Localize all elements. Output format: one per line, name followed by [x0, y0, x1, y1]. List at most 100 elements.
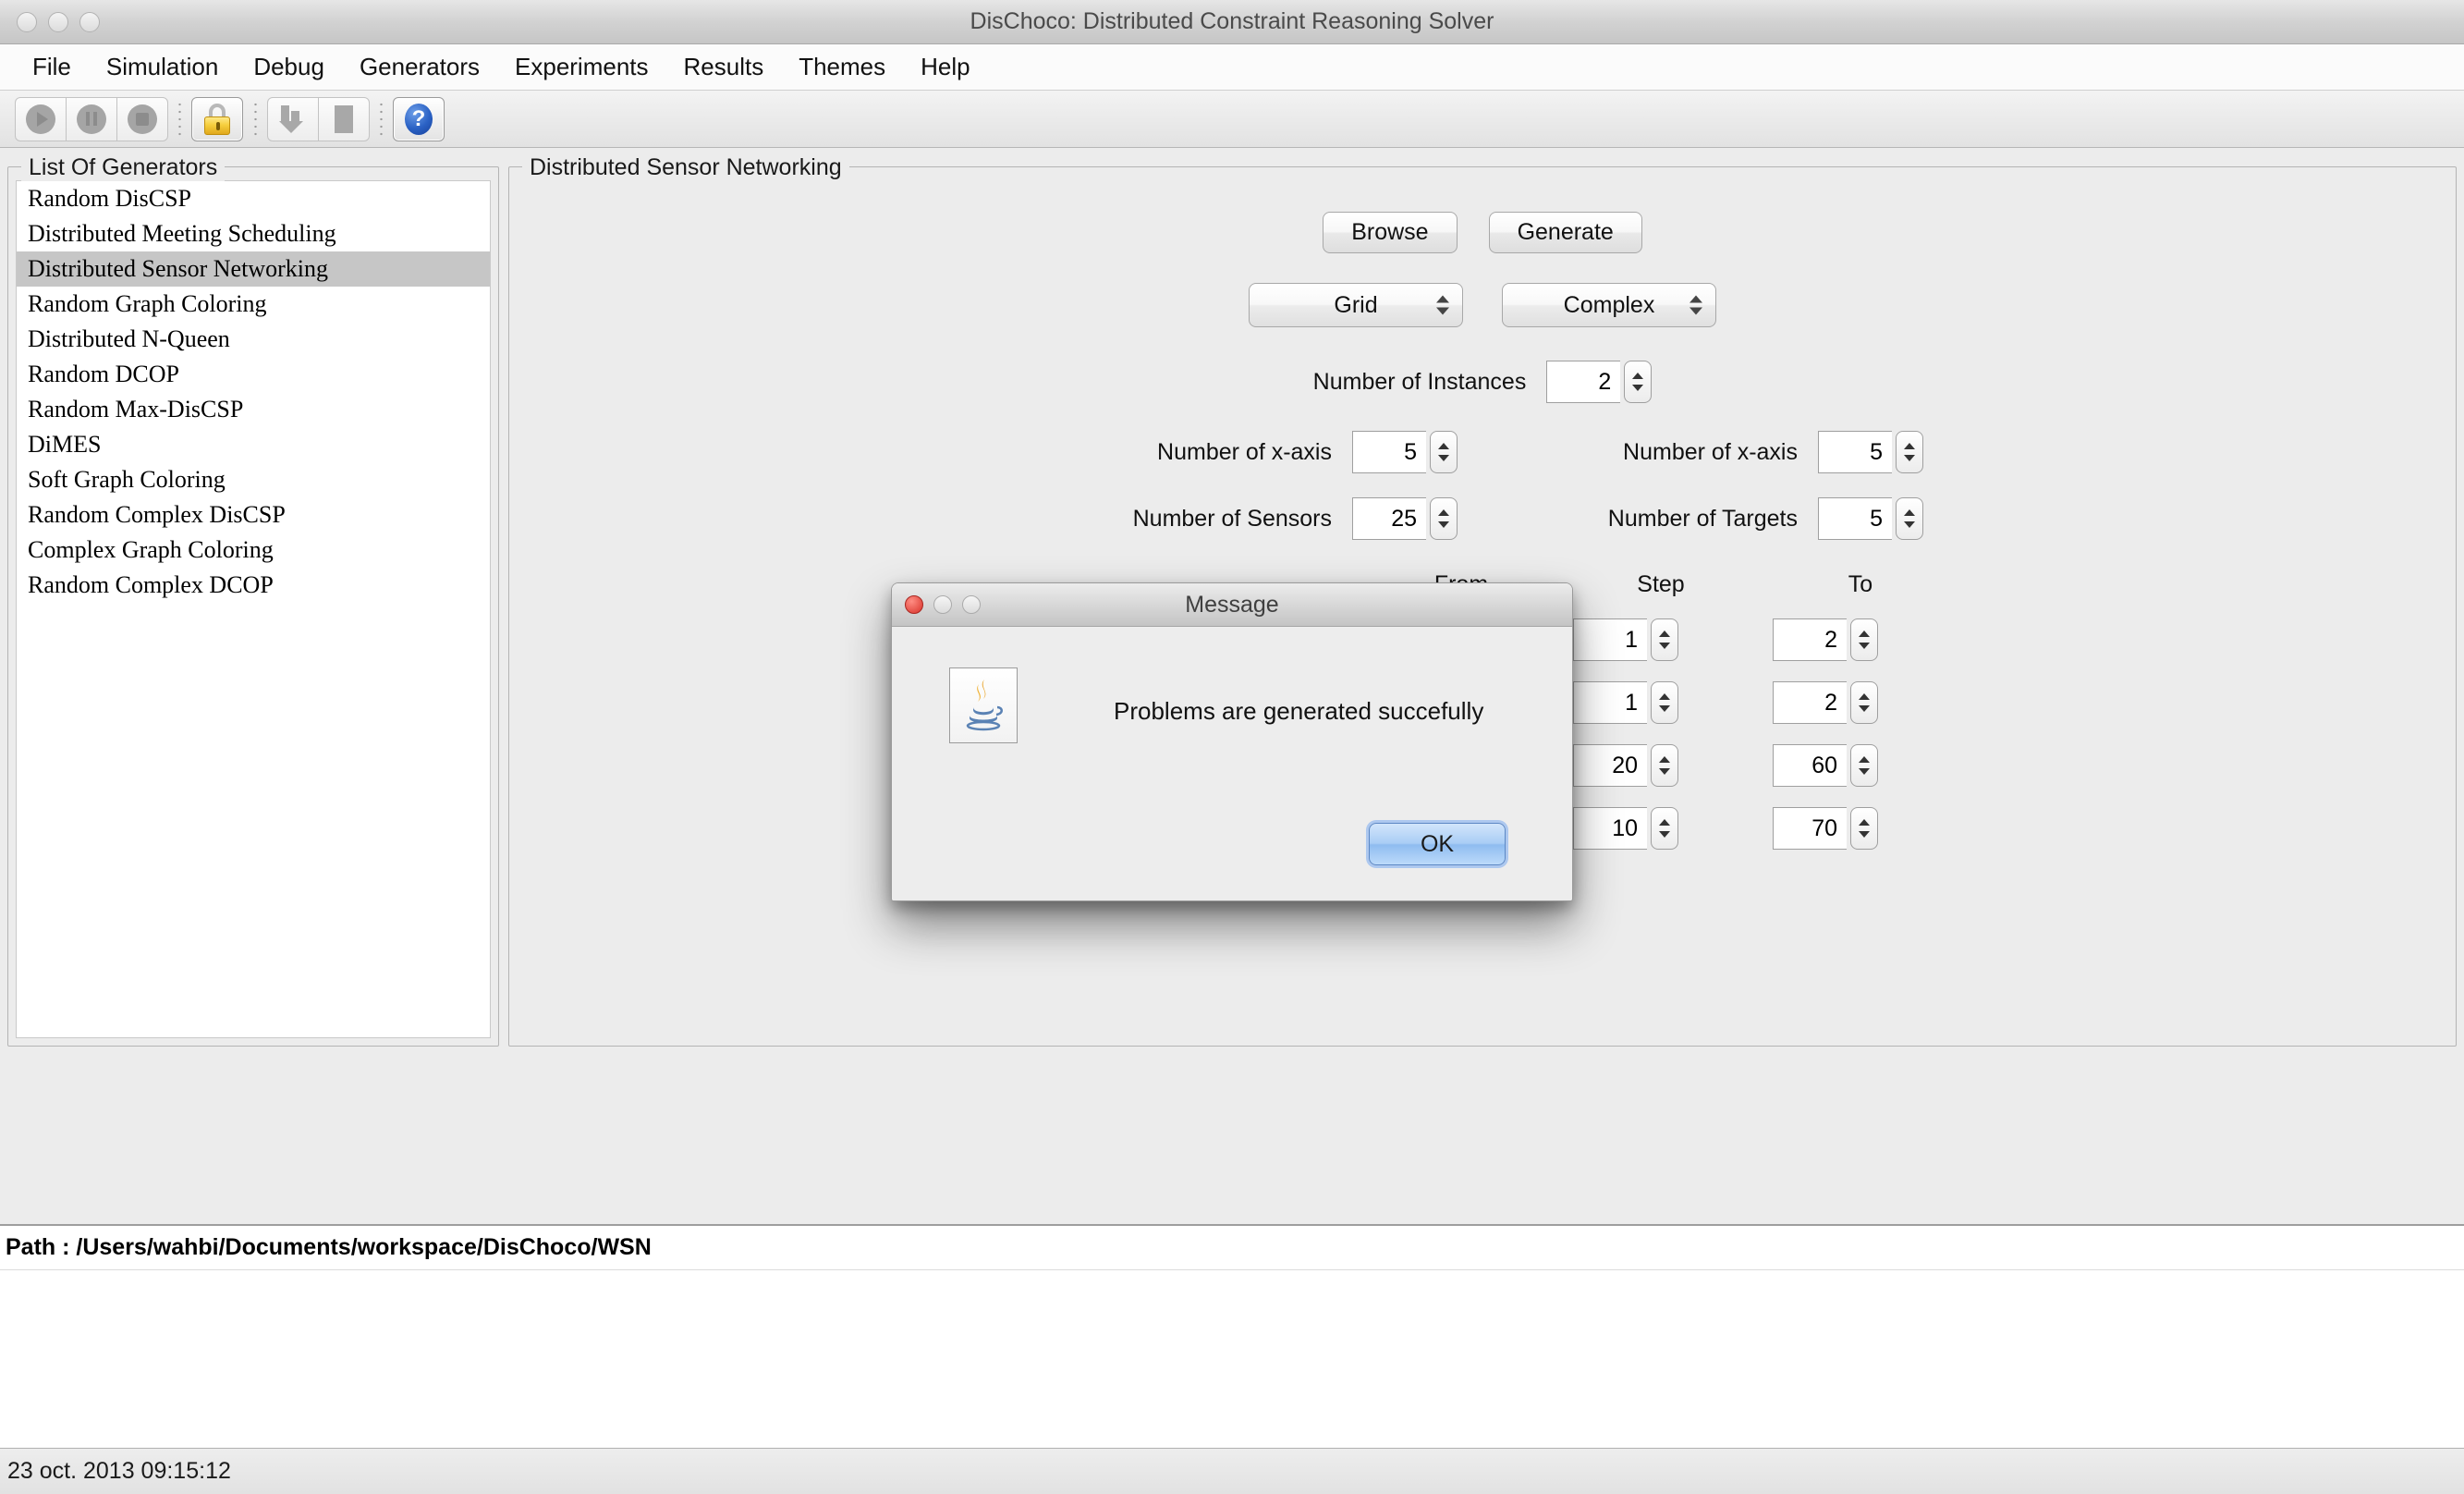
- x-axis-left-spinner[interactable]: [1352, 431, 1472, 473]
- range-to-spinner[interactable]: [1773, 618, 1948, 661]
- range-step-input[interactable]: [1573, 807, 1647, 850]
- menu-file[interactable]: File: [15, 49, 89, 85]
- range-step-spinner[interactable]: [1573, 744, 1749, 787]
- toolbar-separator: [249, 100, 262, 139]
- type-select[interactable]: Complex: [1502, 283, 1716, 327]
- targets-spinner[interactable]: [1818, 497, 1938, 540]
- type-select-value: Complex: [1564, 292, 1655, 319]
- step-column-header: Step: [1573, 571, 1749, 598]
- list-item[interactable]: DiMES: [17, 427, 490, 462]
- arrow-down-icon: [277, 104, 309, 135]
- list-item[interactable]: Random Complex DCOP: [17, 568, 490, 603]
- import-button[interactable]: [267, 97, 319, 141]
- range-step-spinner[interactable]: [1573, 618, 1749, 661]
- targets-input[interactable]: [1818, 497, 1892, 540]
- list-item[interactable]: Soft Graph Coloring: [17, 462, 490, 497]
- range-to-stepper[interactable]: [1850, 744, 1878, 787]
- sensors-stepper[interactable]: [1430, 497, 1458, 540]
- range-step-input[interactable]: [1573, 681, 1647, 724]
- menu-experiments[interactable]: Experiments: [497, 49, 666, 85]
- range-to-input[interactable]: [1773, 681, 1847, 724]
- selects-row: Grid Complex: [528, 283, 2437, 327]
- help-icon: ?: [405, 104, 433, 135]
- browse-button[interactable]: Browse: [1323, 212, 1457, 253]
- list-item[interactable]: Complex Graph Coloring: [17, 533, 490, 568]
- range-to-spinner[interactable]: [1773, 681, 1948, 724]
- panel-button[interactable]: [318, 97, 370, 141]
- list-item[interactable]: Distributed Meeting Scheduling: [17, 216, 490, 251]
- toolbar-separator: [173, 100, 186, 139]
- range-to-spinner[interactable]: [1773, 744, 1948, 787]
- x-axis-right-spinner[interactable]: [1818, 431, 1938, 473]
- list-item[interactable]: Random Max-DisCSP: [17, 392, 490, 427]
- java-coffee-cup-icon: [949, 667, 1018, 743]
- param-row: Number of Sensors Number of Targets: [1027, 497, 1938, 540]
- list-item[interactable]: Random DCOP: [17, 357, 490, 392]
- topology-select-value: Grid: [1334, 292, 1377, 319]
- main-toolbar: ?: [0, 91, 2464, 148]
- sensors-label: Number of Sensors: [1027, 506, 1332, 533]
- range-step-stepper[interactable]: [1651, 807, 1678, 850]
- range-to-spinner[interactable]: [1773, 807, 1948, 850]
- instances-stepper[interactable]: [1624, 361, 1652, 403]
- log-output-area[interactable]: [0, 1269, 2464, 1448]
- generators-panel: List Of Generators Random DisCSP Distrib…: [7, 166, 499, 1047]
- dialog-message: Problems are generated succefully: [1114, 697, 1483, 726]
- range-step-spinner[interactable]: [1573, 807, 1749, 850]
- range-step-spinner[interactable]: [1573, 681, 1749, 724]
- range-step-input[interactable]: [1573, 744, 1647, 787]
- generate-button[interactable]: Generate: [1489, 212, 1642, 253]
- chevron-updown-icon: [1436, 296, 1449, 315]
- menu-generators[interactable]: Generators: [342, 49, 497, 85]
- menu-results[interactable]: Results: [666, 49, 782, 85]
- range-step-stepper[interactable]: [1651, 744, 1678, 787]
- instances-spinner[interactable]: [1546, 361, 1652, 403]
- topology-select[interactable]: Grid: [1249, 283, 1463, 327]
- range-step-stepper[interactable]: [1651, 681, 1678, 724]
- dialog-ok-button[interactable]: OK: [1369, 823, 1506, 865]
- minimize-button[interactable]: [48, 12, 68, 32]
- help-button[interactable]: ?: [393, 97, 445, 141]
- generators-panel-title: List Of Generators: [21, 154, 225, 181]
- x-axis-right-input[interactable]: [1818, 431, 1892, 473]
- params-section: Number of x-axis Number of x-axis Number…: [528, 431, 2437, 540]
- x-axis-left-input[interactable]: [1352, 431, 1426, 473]
- menu-themes[interactable]: Themes: [781, 49, 903, 85]
- sensors-spinner[interactable]: [1352, 497, 1472, 540]
- list-item[interactable]: Random DisCSP: [17, 181, 490, 216]
- range-to-stepper[interactable]: [1850, 681, 1878, 724]
- instances-input[interactable]: [1546, 361, 1620, 403]
- list-item[interactable]: Distributed N-Queen: [17, 322, 490, 357]
- menu-debug[interactable]: Debug: [236, 49, 342, 85]
- sensors-input[interactable]: [1352, 497, 1426, 540]
- stop-button[interactable]: [116, 97, 168, 141]
- x-axis-right-label: Number of x-axis: [1493, 439, 1798, 466]
- path-bar: Path : /Users/wahbi/Documents/workspace/…: [0, 1224, 2464, 1269]
- window-title: DisChoco: Distributed Constraint Reasoni…: [0, 8, 2464, 35]
- pause-button[interactable]: [66, 97, 117, 141]
- range-to-input[interactable]: [1773, 744, 1847, 787]
- list-item-selected[interactable]: Distributed Sensor Networking: [17, 251, 490, 287]
- list-item[interactable]: Random Complex DisCSP: [17, 497, 490, 533]
- x-axis-left-stepper[interactable]: [1430, 431, 1458, 473]
- lock-button[interactable]: [191, 97, 243, 141]
- range-step-stepper[interactable]: [1651, 618, 1678, 661]
- range-to-stepper[interactable]: [1850, 807, 1878, 850]
- zoom-button[interactable]: [79, 12, 100, 32]
- range-step-input[interactable]: [1573, 618, 1647, 661]
- targets-stepper[interactable]: [1896, 497, 1923, 540]
- x-axis-right-stepper[interactable]: [1896, 431, 1923, 473]
- range-to-input[interactable]: [1773, 807, 1847, 850]
- run-button[interactable]: [15, 97, 67, 141]
- menu-bar: File Simulation Debug Generators Experim…: [0, 44, 2464, 91]
- generators-list[interactable]: Random DisCSP Distributed Meeting Schedu…: [16, 180, 491, 1038]
- param-row: Number of x-axis Number of x-axis: [1027, 431, 1938, 473]
- lock-icon: [203, 104, 231, 135]
- range-to-input[interactable]: [1773, 618, 1847, 661]
- range-to-stepper[interactable]: [1850, 618, 1878, 661]
- window-titlebar: DisChoco: Distributed Constraint Reasoni…: [0, 0, 2464, 44]
- close-button[interactable]: [17, 12, 37, 32]
- menu-simulation[interactable]: Simulation: [89, 49, 236, 85]
- menu-help[interactable]: Help: [903, 49, 987, 85]
- list-item[interactable]: Random Graph Coloring: [17, 287, 490, 322]
